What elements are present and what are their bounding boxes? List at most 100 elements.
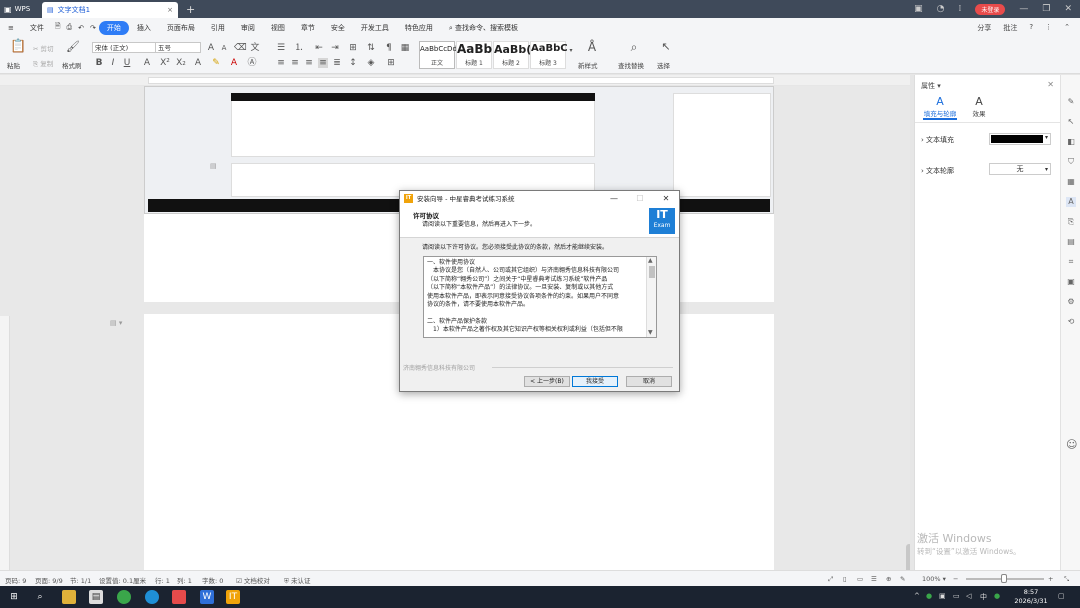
collapse-ribbon-icon[interactable]: ⌃ [1064, 23, 1070, 33]
cursor-icon[interactable]: ↖ [1066, 117, 1076, 127]
scroll-down-icon[interactable]: ▼ [648, 329, 653, 337]
accept-button[interactable]: 我接受 [572, 376, 618, 387]
new-tab-button[interactable]: + [186, 3, 195, 16]
shape-icon[interactable]: ◧ [1066, 137, 1076, 147]
panel-close-icon[interactable]: ✕ [1047, 80, 1054, 89]
status-section[interactable]: 节: 1/1 [70, 575, 91, 585]
align-right-icon[interactable]: ≡ [304, 58, 314, 68]
web-view-icon[interactable]: ⊕ [886, 575, 891, 583]
more-icon[interactable]: ⋮ [1045, 23, 1052, 33]
sort-icon[interactable]: ⇅ [366, 43, 376, 53]
document-tab[interactable]: ▤ 文字文档1 × [42, 2, 178, 18]
hamburger-icon[interactable]: ≡ [0, 24, 22, 32]
history-icon[interactable]: ⟲ [1066, 317, 1076, 327]
menu-developer[interactable]: 开发工具 [353, 23, 397, 33]
edge-icon[interactable] [145, 590, 159, 604]
style-normal[interactable]: AaBbCcDd 正文 [419, 41, 457, 69]
select-label[interactable]: 选择 [657, 60, 670, 70]
page-view-icon[interactable]: ▯ [843, 575, 847, 583]
menu-section[interactable]: 章节 [293, 23, 323, 33]
align-center-icon[interactable]: ≡ [290, 58, 300, 68]
avatar-icon[interactable]: ☺ [1066, 439, 1077, 450]
new-style-label[interactable]: 新样式 [578, 60, 598, 70]
wps-taskbar-icon[interactable]: W [200, 590, 214, 604]
dialog-minimize-icon[interactable]: — [601, 194, 627, 203]
horizontal-ruler[interactable] [0, 75, 910, 85]
status-page-number[interactable]: 页码: 9 [5, 575, 26, 585]
write-view-icon[interactable]: ✎ [900, 575, 905, 583]
underline-icon[interactable]: U [122, 58, 132, 68]
menu-view[interactable]: 视图 [263, 23, 293, 33]
dialog-title-bar[interactable]: IT 安装向导 - 中星睿典考试练习系统 — ☐ ✕ [400, 191, 679, 205]
copy-icon[interactable]: ⎘ [1066, 217, 1076, 227]
vertical-scrollbar-thumb[interactable] [906, 544, 910, 570]
close-tab-icon[interactable]: × [167, 6, 173, 14]
comment-button[interactable]: 批注 [1003, 23, 1017, 33]
command-search[interactable]: ⌕ 查找命令、搜索模板 [441, 23, 526, 33]
table-icon[interactable]: ▦ [1066, 177, 1076, 187]
pinyin-icon[interactable]: 文 [250, 43, 260, 53]
menu-home[interactable]: 开始 [98, 20, 129, 35]
align-left-icon[interactable]: ≡ [276, 58, 286, 68]
fit-window-icon[interactable]: ⤡ [1064, 575, 1069, 584]
text-fill-color-select[interactable]: ▾ [989, 133, 1051, 145]
strikethrough-icon[interactable]: A [142, 58, 152, 68]
windows-start-icon[interactable]: ⊞ [7, 590, 21, 604]
restore-icon[interactable]: ❐ [1042, 4, 1050, 14]
chinese-layout-icon[interactable]: ⊞ [348, 43, 358, 53]
paste-label[interactable]: 粘贴 [7, 60, 20, 70]
image-icon[interactable]: ▣ [1066, 277, 1076, 287]
style-heading-1[interactable]: AaBb 标题 1 [456, 41, 492, 69]
format-painter-icon[interactable]: 🖌 [66, 41, 80, 52]
colorful-app-icon[interactable] [172, 590, 186, 604]
numbered-list-icon[interactable]: ⒈ [294, 43, 304, 53]
shading-icon[interactable]: ◈ [366, 58, 376, 68]
undo-icon[interactable]: ↶ [75, 24, 87, 32]
paste-icon[interactable]: 📋 [10, 40, 26, 56]
show-marks-icon[interactable]: ¶ [384, 43, 394, 53]
installer-taskbar-icon[interactable]: IT [226, 590, 240, 604]
file-explorer-icon[interactable] [62, 590, 76, 604]
outline-view-icon[interactable]: ☰ [871, 575, 877, 583]
zoom-level[interactable]: 100% ▾ [922, 575, 946, 583]
decrease-indent-icon[interactable]: ⇤ [314, 43, 324, 53]
pen-icon[interactable]: ✎ [1066, 97, 1076, 107]
wps-home-tab[interactable]: ▣ WPS [0, 0, 42, 18]
fullscreen-icon[interactable]: ⤢ [828, 575, 833, 584]
find-replace-icon[interactable]: ⌕ [627, 41, 641, 56]
highlight-icon[interactable]: ✎ [211, 58, 221, 68]
border-icon[interactable]: ▦ [400, 43, 410, 53]
copy-button[interactable]: ⎘ 复制 [33, 58, 53, 69]
tray-network-icon[interactable]: ▭ [953, 592, 960, 600]
font-color-icon[interactable]: A [229, 58, 239, 68]
grow-font-icon[interactable]: A [206, 43, 216, 53]
layout-icon[interactable]: ▣ [914, 4, 923, 14]
menu-insert[interactable]: 插入 [129, 23, 159, 33]
style-heading-2[interactable]: AaBb( 标题 2 [493, 41, 531, 69]
close-window-icon[interactable]: ✕ [1064, 4, 1072, 14]
license-scroll-thumb[interactable] [649, 266, 655, 278]
help-icon[interactable]: ? [1029, 23, 1033, 33]
bucket-icon[interactable]: ⛉ [1066, 157, 1076, 167]
menu-page-layout[interactable]: 页面布局 [159, 23, 203, 33]
quick-save-icon[interactable]: 🗎 [52, 22, 64, 33]
menu-file[interactable]: 文件 [22, 23, 52, 33]
tray-app-icon[interactable]: ▣ [939, 592, 946, 600]
new-style-icon[interactable]: Å [585, 41, 599, 56]
apps-icon[interactable]: ⁞ [958, 4, 961, 14]
line-spacing-icon[interactable]: ↕ [348, 58, 358, 68]
select-cursor-icon[interactable]: ↖ [661, 41, 671, 52]
menu-review[interactable]: 审阅 [233, 23, 263, 33]
increase-indent-icon[interactable]: ⇥ [330, 43, 340, 53]
tab-effect[interactable]: A 效果 [959, 95, 999, 118]
format-painter-label[interactable]: 格式刷 [62, 60, 82, 70]
status-pages[interactable]: 页面: 9/9 [35, 575, 63, 585]
subscript-icon[interactable]: X₂ [176, 58, 186, 68]
browser-green-icon[interactable] [117, 590, 131, 604]
cancel-button[interactable]: 取消 [626, 376, 672, 387]
distribute-icon[interactable]: ≣ [332, 58, 342, 68]
text-fill-row[interactable]: › 文本填充 [921, 135, 954, 145]
table-border-icon[interactable]: ⊞ [386, 58, 396, 68]
status-row[interactable]: 行: 1 [155, 575, 170, 585]
menu-special[interactable]: 特色应用 [397, 23, 441, 33]
